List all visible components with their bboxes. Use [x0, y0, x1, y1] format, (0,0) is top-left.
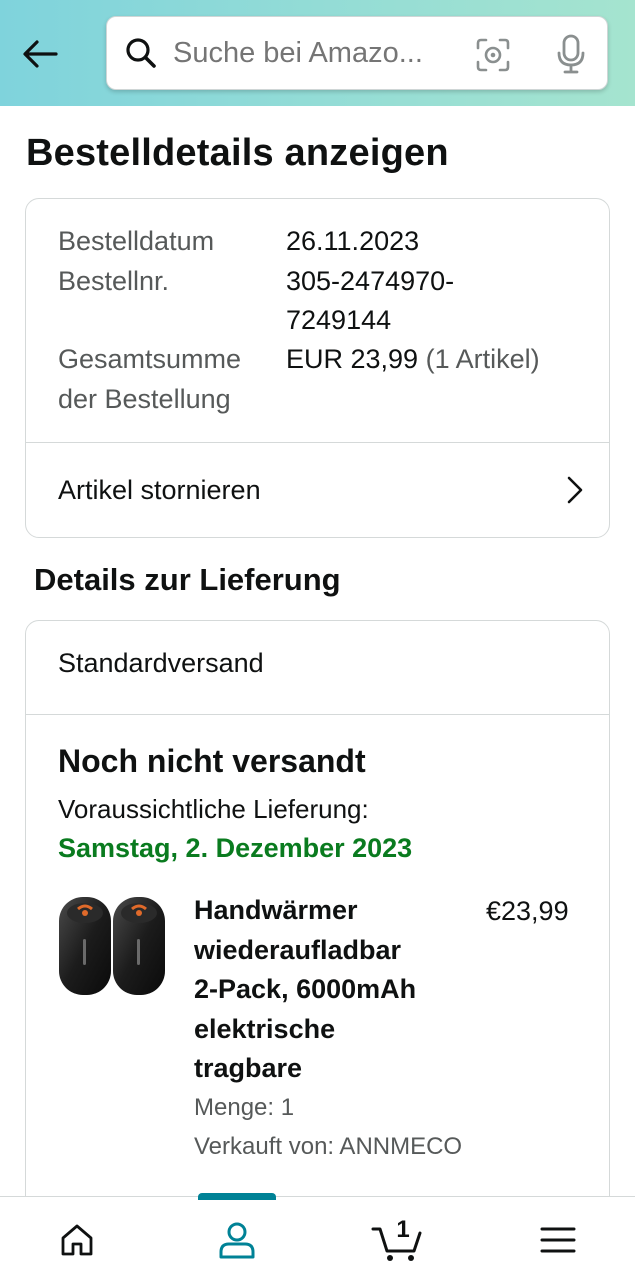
product-image[interactable] — [56, 889, 168, 1001]
order-total-label-line1: Gesamtsumme — [58, 344, 242, 374]
delivery-estimate-label: Voraussichtliche Lieferung: — [58, 794, 369, 824]
cancel-items-link[interactable]: Artikel stornieren — [26, 443, 609, 537]
shipping-type: Standardversand — [58, 648, 264, 678]
page-title: Bestelldetails anzeigen — [26, 132, 449, 174]
divider — [26, 714, 609, 715]
order-date-label: Bestelldatum — [58, 226, 215, 256]
order-number-value-line2: 7249144 — [286, 305, 392, 335]
order-total-items: (1 Artikel) — [425, 344, 540, 374]
delivery-card: Standardversand Noch nicht versandt Vora… — [25, 620, 610, 1240]
product-price: €23,99 — [486, 896, 569, 926]
order-total-amount: EUR 23,99 — [286, 344, 419, 374]
delivery-section-title: Details zur Lieferung — [34, 562, 341, 597]
product-seller: Verkauft von: ANNMECO — [194, 1133, 463, 1160]
nav-account[interactable] — [207, 1215, 267, 1265]
microphone-icon[interactable] — [551, 33, 591, 75]
product-title-line: elektrische — [194, 1013, 336, 1044]
bottom-navigation: 1 — [0, 1193, 635, 1280]
shipment-status: Noch nicht versandt — [58, 743, 366, 779]
search-icon[interactable] — [123, 35, 159, 71]
home-icon — [61, 1224, 93, 1256]
back-arrow-icon — [23, 40, 58, 68]
cart-count-badge: 1 — [396, 1216, 410, 1243]
nav-menu[interactable] — [528, 1215, 588, 1265]
nav-home[interactable] — [47, 1215, 107, 1265]
product-title-line: tragbare — [194, 1053, 303, 1083]
order-number-label: Bestellnr. — [58, 266, 170, 296]
nav-cart[interactable]: 1 — [366, 1215, 428, 1265]
top-header — [0, 0, 635, 106]
delivery-estimate-date: Samstag, 2. Dezember 2023 — [58, 833, 413, 863]
chevron-right-icon — [563, 473, 587, 507]
order-number-value-line1: 305-2474970- — [286, 266, 455, 296]
cancel-items-label: Artikel stornieren — [58, 475, 261, 505]
order-total-label-line2: der Bestellung — [58, 384, 231, 414]
search-input[interactable] — [173, 36, 453, 70]
account-icon — [219, 1222, 255, 1259]
menu-icon — [540, 1227, 576, 1253]
product-quantity: Menge: 1 — [194, 1094, 295, 1121]
search-bar[interactable] — [106, 16, 608, 90]
camera-lens-icon[interactable] — [473, 35, 513, 75]
cart-icon-wrapper: 1 — [371, 1216, 423, 1263]
order-total-value: EUR 23,99 (1 Artikel) — [286, 339, 540, 379]
order-date-value: 26.11.2023 — [286, 226, 420, 256]
active-tab-indicator — [198, 1193, 276, 1200]
product-title-line: wiederaufladbar — [194, 934, 402, 965]
product-title-line: 2-Pack, 6000mAh — [194, 974, 417, 1004]
back-button[interactable] — [18, 34, 62, 74]
order-summary-card: Bestelldatum 26.11.2023 Bestellnr. 305-2… — [25, 198, 610, 538]
product-title-line: Handwärmer — [194, 895, 358, 925]
product-title-link[interactable]: Handwärmer wiederaufladbar 2-Pack, 6000m… — [194, 891, 456, 1089]
